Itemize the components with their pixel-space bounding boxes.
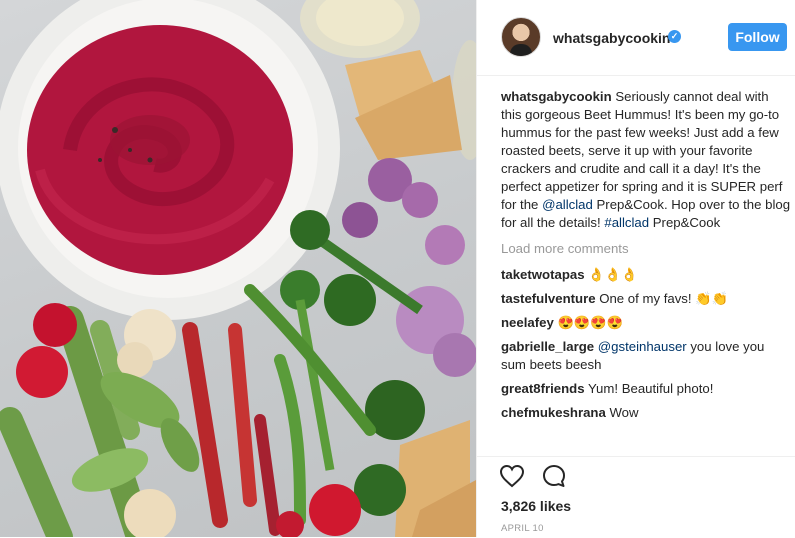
caption-mention[interactable]: @allclad xyxy=(542,197,593,212)
comment-emoji: 👌👌👌 xyxy=(588,267,638,282)
comment: taketwotapas 👌👌👌 xyxy=(501,266,791,284)
comment-emoji: 😍😍😍😍 xyxy=(557,315,624,330)
comment: neelafey 😍😍😍😍 xyxy=(501,314,791,332)
carrot xyxy=(182,322,228,528)
likes-count[interactable]: 3,826 likes xyxy=(501,498,571,514)
comment-mention[interactable]: @gsteinhauser xyxy=(598,339,687,354)
caption-username[interactable]: whatsgabycookin xyxy=(501,89,612,104)
post-date[interactable]: APRIL 10 xyxy=(501,523,544,534)
caption: whatsgabycookin Seriously cannot deal wi… xyxy=(501,89,791,230)
post-sidebar: whatsgabycookin ✓ Follow whatsgabycookin… xyxy=(476,0,795,537)
comment: gabrielle_large @gsteinhauser you love y… xyxy=(501,339,765,372)
post-actions: 3,826 likes APRIL 10 xyxy=(477,456,795,538)
comment-icon[interactable] xyxy=(541,463,567,489)
heart-icon[interactable] xyxy=(499,463,525,489)
comment-username[interactable]: neelafey xyxy=(501,315,554,330)
author-username[interactable]: whatsgabycookin xyxy=(553,30,670,46)
comment-username[interactable]: great8friends xyxy=(501,381,585,396)
verified-badge-icon: ✓ xyxy=(668,30,681,43)
caption-text: Seriously cannot deal with this gorgeous… xyxy=(501,89,783,212)
load-more-comments-button[interactable]: Load more comments xyxy=(501,240,791,258)
broccolini xyxy=(290,210,330,250)
comment: chefmukeshrana Wow xyxy=(501,405,639,420)
comment-username[interactable]: gabrielle_large xyxy=(501,339,594,354)
comment: tastefulventure One of my favs! 👏👏 xyxy=(501,291,729,306)
comment-username[interactable]: taketwotapas xyxy=(501,267,585,282)
comment-username[interactable]: tastefulventure xyxy=(501,291,596,306)
caption-hashtag[interactable]: #allclad xyxy=(604,215,649,230)
follow-button[interactable]: Follow xyxy=(728,23,787,51)
comment-username[interactable]: chefmukeshrana xyxy=(501,405,606,420)
comments-list[interactable]: whatsgabycookin Seriously cannot deal wi… xyxy=(501,88,791,454)
post-header: whatsgabycookin ✓ Follow xyxy=(477,0,795,76)
food-illustration xyxy=(0,0,476,537)
radish xyxy=(33,303,77,347)
avatar[interactable] xyxy=(501,17,541,57)
comment-emoji: 👏👏 xyxy=(695,291,729,306)
comment: great8friends Yum! Beautiful photo! xyxy=(501,381,714,396)
post-photo[interactable] xyxy=(0,0,476,537)
